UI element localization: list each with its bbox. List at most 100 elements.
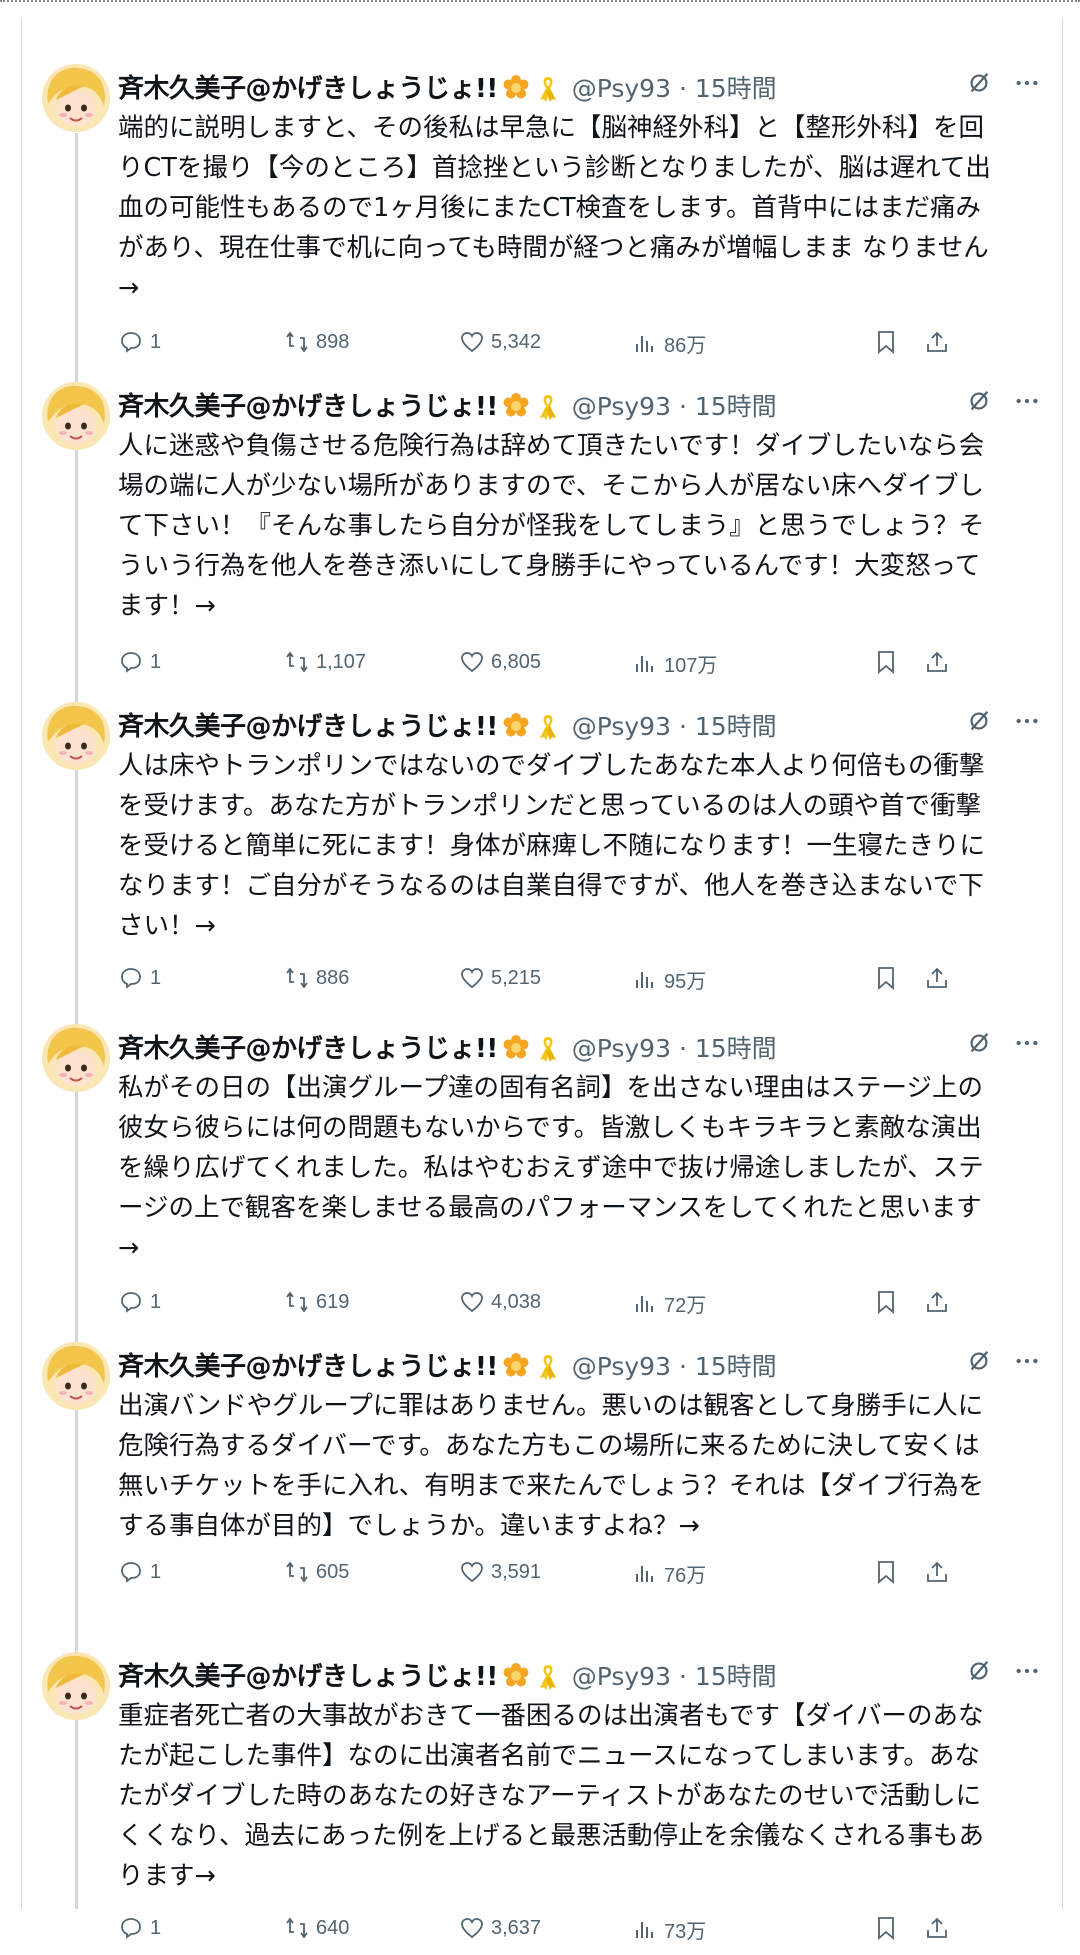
avatar[interactable] [42,382,110,450]
time-separator: · [678,1034,687,1063]
header-actions [944,66,1040,99]
share-button[interactable] [924,649,950,675]
avatar[interactable] [42,64,110,132]
author-handle[interactable]: @Psy93 · 15時間 [572,74,777,103]
like-button[interactable]: 3,637 [459,1915,541,1941]
like-button[interactable]: 3,591 [459,1559,541,1585]
bookmark-icon [878,967,894,990]
handle-text: @Psy93 [571,1352,671,1381]
reply-icon [121,1918,141,1939]
flower-badge-icon [502,74,530,102]
bookmark-button[interactable] [873,649,899,675]
tweet-text: 私がその日の【出演グループ達の固有名詞】を出さない理由はステージ上の 彼女ら彼ら… [118,1073,984,1263]
author-name[interactable]: 斉木久美子@かげきしょうじょ!! [118,1662,498,1692]
grok-slash-icon[interactable] [966,384,992,417]
author-handle[interactable]: @Psy93 · 15時間 [572,1034,777,1063]
flower-badge-icon [502,1034,530,1062]
bookmark-button[interactable] [873,965,899,991]
share-icon [927,331,947,352]
reply-count: 1 [150,1916,162,1939]
retweet-count: 619 [316,1290,350,1313]
share-button[interactable] [924,329,950,355]
reply-button[interactable]: 1 [118,649,161,675]
retweet-icon [286,331,308,353]
tweet-text: 重症者死亡者の大事故がおきて一番困るのは出演者もです【ダイバーのあな たが起こし… [118,1701,984,1891]
views-button[interactable]: 86万 [632,329,706,358]
reply-button[interactable]: 1 [118,329,161,355]
author-name[interactable]: 斉木久美子@かげきしょうじょ!! [118,1034,498,1064]
avatar[interactable] [42,1652,110,1720]
grok-slash-icon[interactable] [966,1344,992,1377]
bookmark-button[interactable] [873,1289,899,1315]
like-button[interactable]: 5,342 [459,329,541,355]
bookmark-button[interactable] [873,1915,899,1941]
views-button[interactable]: 76万 [632,1559,706,1588]
avatar[interactable] [42,1342,110,1410]
avatar[interactable] [42,1024,110,1092]
tweet[interactable]: 斉木久美子@かげきしょうじょ!! @Psy93 · 15時間 人は床やトランポリン… [22,678,1062,998]
retweet-button[interactable]: 605 [284,1559,349,1585]
views-bar-chart-icon [636,335,653,352]
retweet-button[interactable]: 898 [284,329,349,355]
tweet-header: 斉木久美子@かげきしょうじょ!! @Psy93 · 15時間 [118,1656,1058,1694]
views-button[interactable]: 72万 [632,1289,706,1318]
retweet-button[interactable]: 640 [284,1915,349,1941]
tweet-time: 15時間 [694,712,777,741]
header-actions [944,704,1040,737]
grok-slash-icon[interactable] [966,1026,992,1059]
share-button[interactable] [924,965,950,991]
like-button[interactable]: 6,805 [459,649,541,675]
author-name[interactable]: 斉木久美子@かげきしょうじょ!! [118,1352,498,1382]
more-options-icon[interactable] [1014,704,1040,737]
tweet[interactable]: 斉木久美子@かげきしょうじょ!! @Psy93 · 15時間 端的に説明しますと、… [22,40,1062,360]
like-count: 6,805 [491,650,542,673]
bookmark-button[interactable] [873,1559,899,1585]
share-button[interactable] [924,1559,950,1585]
reply-button[interactable]: 1 [118,965,161,991]
views-button[interactable]: 107万 [632,649,717,678]
reply-button[interactable]: 1 [118,1559,161,1585]
retweet-button[interactable]: 1,107 [284,649,366,675]
views-button[interactable]: 73万 [632,1915,706,1944]
author-handle[interactable]: @Psy93 · 15時間 [572,392,777,421]
more-options-icon[interactable] [1014,1026,1040,1059]
author-handle[interactable]: @Psy93 · 15時間 [572,1662,777,1691]
avatar[interactable] [42,702,110,770]
retweet-button[interactable]: 619 [284,1289,349,1315]
retweet-count: 886 [316,966,350,989]
share-button[interactable] [924,1915,950,1941]
author-handle[interactable]: @Psy93 · 15時間 [572,712,777,741]
grok-slash-icon[interactable] [966,704,992,737]
views-count: 95万 [664,971,707,993]
tweet-header: 斉木久美子@かげきしょうじょ!! @Psy93 · 15時間 [118,1028,1058,1066]
reply-icon [121,968,141,989]
share-button[interactable] [924,1289,950,1315]
more-options-icon[interactable] [1014,1344,1040,1377]
grok-slash-icon[interactable] [966,66,992,99]
views-button[interactable]: 95万 [632,965,706,994]
author-name[interactable]: 斉木久美子@かげきしょうじょ!! [118,392,498,422]
more-options-icon[interactable] [1014,1654,1040,1687]
like-button[interactable]: 4,038 [459,1289,541,1315]
author-name[interactable]: 斉木久美子@かげきしょうじょ!! [118,74,498,104]
tweet[interactable]: 斉木久美子@かげきしょうじょ!! @Psy93 · 15時間 重症者死亡者の大事故… [22,1628,1062,1948]
grok-slash-icon[interactable] [966,1654,992,1687]
author-name[interactable]: 斉木久美子@かげきしょうじょ!! [118,712,498,742]
tweet[interactable]: 斉木久美子@かげきしょうじょ!! @Psy93 · 15時間 出演バンドやグループ… [22,1318,1062,1638]
reply-button[interactable]: 1 [118,1289,161,1315]
time-separator: · [678,74,687,103]
reply-icon [121,1292,141,1313]
tweet-content: 斉木久美子@かげきしょうじょ!! @Psy93 · 15時間 出演バンドやグループ… [118,1346,1058,1546]
tweet-actions: 1 886 5,215 95万 [118,965,1038,1005]
more-options-icon[interactable] [1014,384,1040,417]
tweet[interactable]: 斉木久美子@かげきしょうじょ!! @Psy93 · 15時間 私がその日の【出演グ… [22,1000,1062,1320]
author-handle[interactable]: @Psy93 · 15時間 [572,1352,777,1381]
awareness-ribbon-icon [534,74,562,102]
bookmark-button[interactable] [873,329,899,355]
like-button[interactable]: 5,215 [459,965,541,991]
more-options-icon[interactable] [1014,66,1040,99]
tweet-header: 斉木久美子@かげきしょうじょ!! @Psy93 · 15時間 [118,68,1058,106]
tweet[interactable]: 斉木久美子@かげきしょうじょ!! @Psy93 · 15時間 人に迷惑や負傷させる… [22,358,1062,678]
reply-button[interactable]: 1 [118,1915,161,1941]
retweet-button[interactable]: 886 [284,965,349,991]
